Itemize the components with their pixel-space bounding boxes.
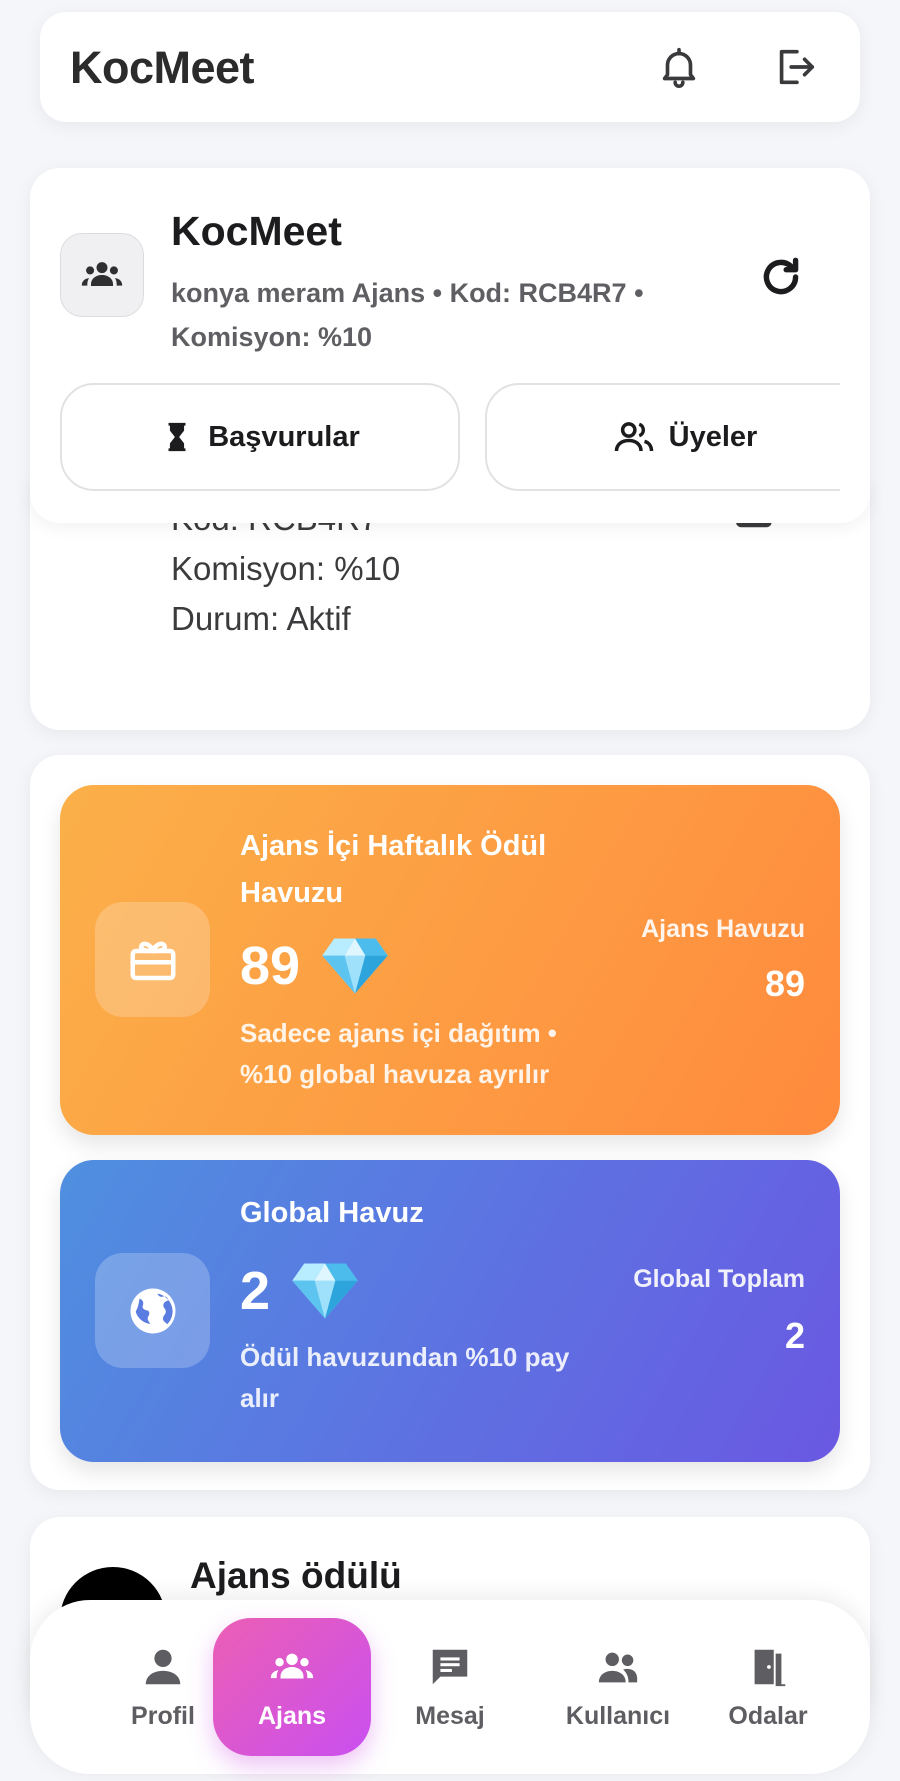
weekly-pool-card[interactable]: Ajans İçi Haftalık Ödül Havuzu 89 Sadece… — [60, 785, 840, 1135]
people-icon — [614, 422, 653, 452]
globe-icon — [95, 1253, 210, 1368]
hourglass-icon — [168, 422, 186, 452]
diamond-icon — [322, 938, 388, 994]
nav-item-mesaj[interactable]: Mesaj — [375, 1620, 525, 1755]
global-pool-card[interactable]: Global Havuz 2 Ödül havuzundan %10 pay a… — [60, 1160, 840, 1462]
bottom-navigation: Profil Ajans Mesaj Kullanıcı Odalar — [30, 1600, 870, 1774]
diamond-icon — [292, 1263, 358, 1319]
person-icon — [145, 1649, 181, 1685]
weekly-pool-side-value: 89 — [764, 963, 805, 1004]
nav-item-odalar[interactable]: Odalar — [693, 1620, 843, 1755]
nav-label-kullanici: Kullanıcı — [565, 1702, 671, 1730]
gift-icon — [95, 902, 210, 1017]
agency-avatar — [60, 233, 144, 317]
nav-label-mesaj: Mesaj — [415, 1702, 485, 1730]
global-pool-amount: 2 — [240, 1260, 360, 1322]
nav-label-profil: Profil — [131, 1702, 195, 1730]
weekly-pool-description: Sadece ajans içi dağıtım • %10 global ha… — [240, 1018, 557, 1089]
top-app-bar: KocMeet — [40, 12, 860, 122]
global-pool-amount-value: 2 — [240, 1261, 271, 1321]
global-pool-side-value: 2 — [784, 1315, 805, 1356]
group-icon — [81, 262, 123, 286]
message-icon — [432, 1649, 468, 1685]
applications-label: Başvurular — [208, 420, 360, 453]
weekly-pool-amount-value: 89 — [240, 936, 301, 996]
global-pool-description: Ödül havuzundan %10 pay alır — [240, 1342, 570, 1413]
members-label: Üyeler — [668, 420, 758, 453]
door-icon — [754, 1649, 786, 1687]
logout-icon[interactable] — [772, 44, 818, 90]
weekly-pool-amount: 89 — [240, 935, 390, 997]
bell-icon[interactable] — [656, 44, 702, 90]
weekly-pool-side-label: Ajans Havuzu — [641, 915, 805, 943]
nav-item-kullanici[interactable]: Kullanıcı — [533, 1620, 703, 1755]
agency-subtitle: konya meram Ajans • Kod: RCB4R7 • Komisy… — [171, 278, 644, 352]
nav-label-odalar: Odalar — [728, 1702, 808, 1730]
nav-item-ajans[interactable]: Ajans — [213, 1618, 371, 1756]
detail-commission: Komisyon: %10 — [171, 550, 401, 587]
group-icon — [270, 1653, 314, 1678]
weekly-pool-title: Ajans İçi Haftalık Ödül Havuzu — [240, 830, 547, 909]
applications-button[interactable]: Başvurular — [60, 383, 460, 491]
nav-label-ajans: Ajans — [257, 1701, 327, 1730]
reward-pools-card: Ajans İçi Haftalık Ödül Havuzu 89 Sadece… — [30, 755, 870, 1490]
app-title: KocMeet — [70, 42, 255, 93]
people-icon — [598, 1652, 638, 1683]
agency-header-card: KocMeet konya meram Ajans • Kod: RCB4R7 … — [30, 168, 870, 523]
award-title: Ajans ödülü — [190, 1555, 402, 1596]
global-pool-side-label: Global Toplam — [633, 1265, 805, 1293]
agency-name: KocMeet — [171, 208, 342, 254]
detail-status: Durum: Aktif — [171, 600, 351, 637]
members-button[interactable]: Üyeler — [485, 383, 840, 491]
refresh-icon[interactable] — [756, 252, 806, 302]
global-pool-title: Global Havuz — [240, 1197, 424, 1229]
